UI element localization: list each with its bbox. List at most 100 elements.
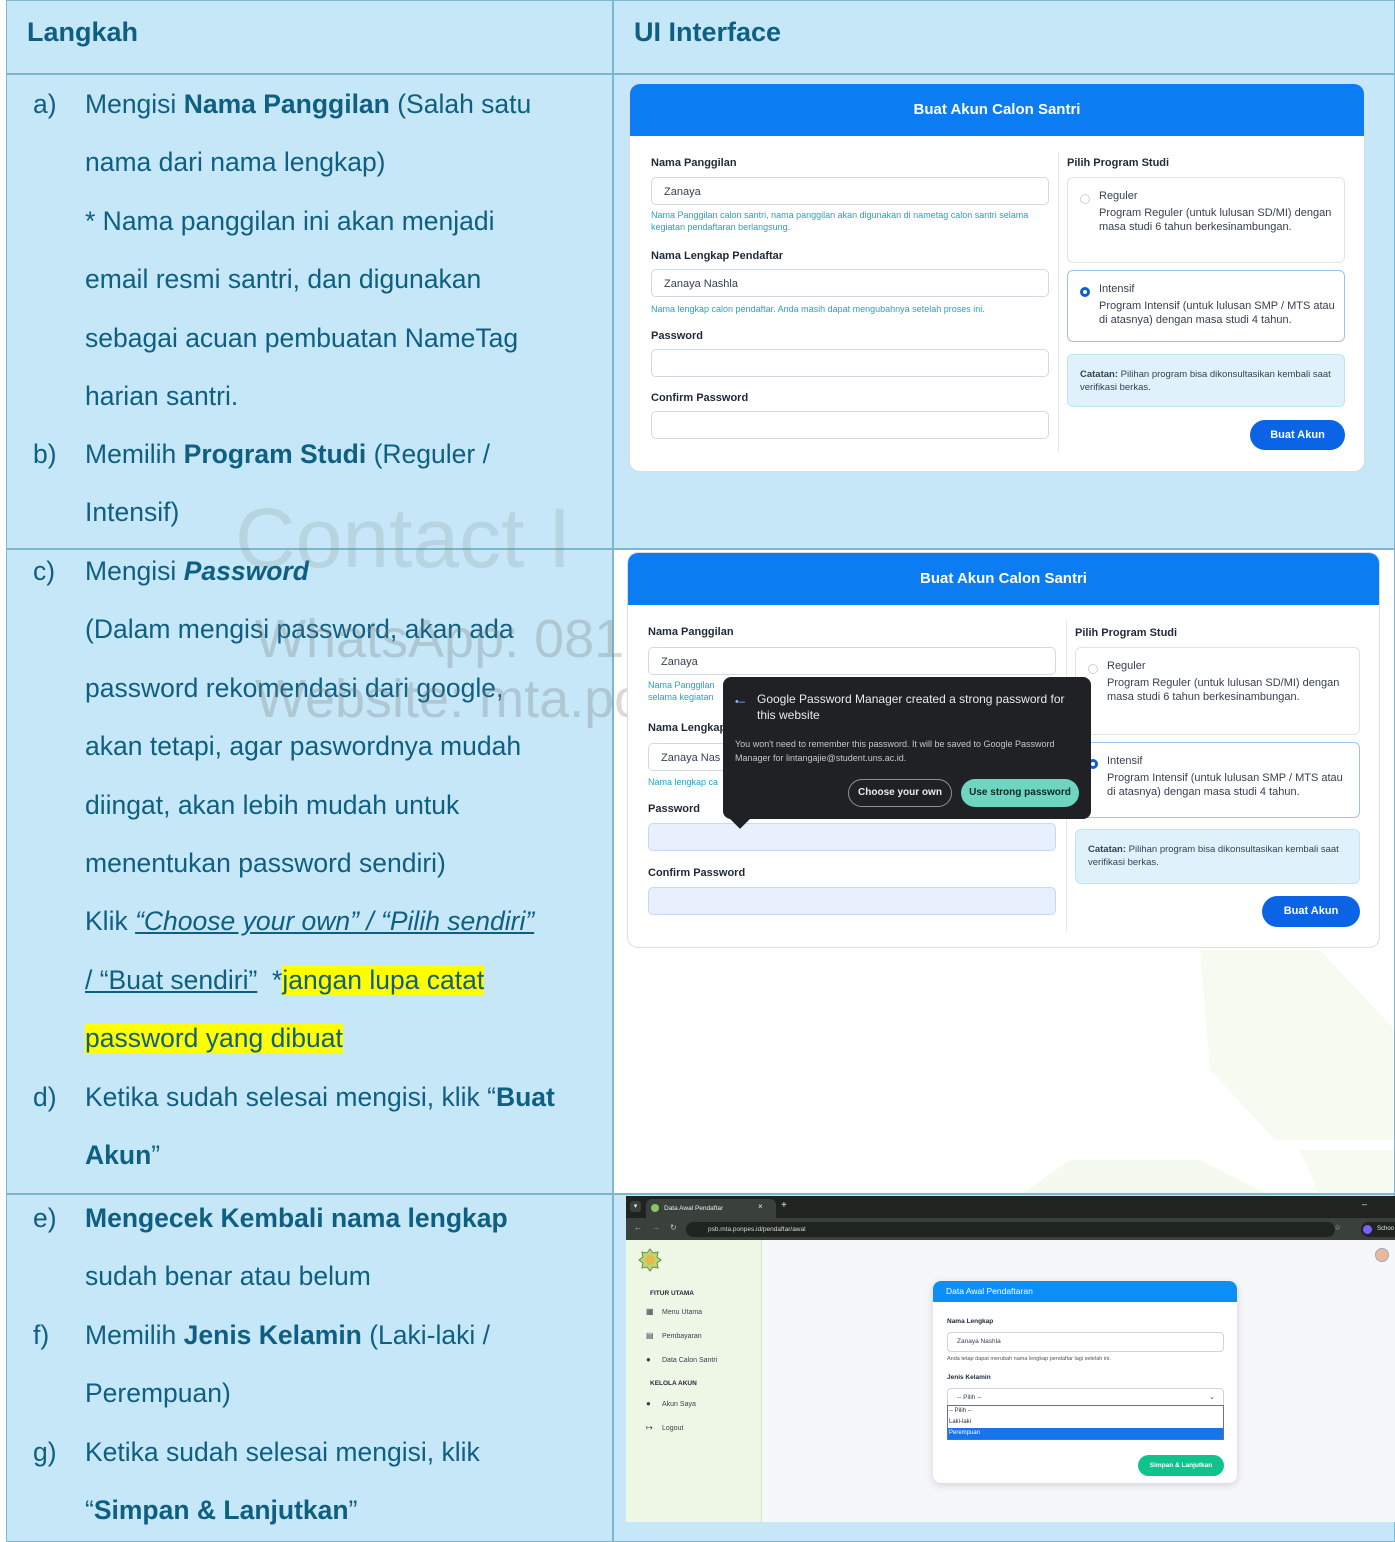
nickname-input[interactable]: Zanaya xyxy=(648,647,1056,675)
step-text: Mengisi xyxy=(85,556,184,586)
password-input[interactable] xyxy=(648,823,1056,851)
program-label: Pilih Program Studi xyxy=(1075,627,1178,639)
step-text: Ketika sudah selesai mengisi, klik xyxy=(85,1437,480,1467)
gpm-body: You won't need to remember this password… xyxy=(735,739,1055,763)
radio-icon[interactable] xyxy=(1088,664,1098,674)
fullname-input[interactable]: Zanaya Nashla xyxy=(947,1332,1224,1352)
browser-tab[interactable]: Data Awal Pendaftar xyxy=(646,1199,776,1218)
password-label: Password xyxy=(648,803,700,815)
step-bold-text: Buat xyxy=(495,1082,555,1112)
step-d: d) Ketika sudah selesai mengisi, klik “B… xyxy=(33,1068,603,1185)
step-bold-text: Password xyxy=(183,556,309,586)
program-option-reguler[interactable]: Reguler Program Reguler (untuk lulusan S… xyxy=(1067,177,1345,263)
step-letter: e) xyxy=(33,1203,57,1233)
key-icon: •– xyxy=(735,696,745,708)
nav-akun-saya[interactable]: Akun Saya xyxy=(662,1401,696,1408)
confirm-password-label: Confirm Password xyxy=(648,867,746,879)
step-bold-text: Program Studi xyxy=(183,439,367,469)
step-c: c) Mengisi Password (Dalam mengisi passw… xyxy=(33,542,603,1068)
step-text: Intensif) xyxy=(85,497,180,528)
user-icon: ● xyxy=(646,1355,651,1364)
confirm-password-input[interactable] xyxy=(651,411,1049,439)
bookmark-star-icon[interactable]: ☆ xyxy=(1334,1223,1341,1232)
tab-menu-icon[interactable]: ▾ xyxy=(630,1201,641,1212)
section-kelola-akun: KELOLA AKUN xyxy=(650,1380,697,1387)
step-text: sudah benar atau belum xyxy=(85,1261,371,1292)
nav-menu-utama[interactable]: Menu Utama xyxy=(662,1309,702,1316)
table-header-right: UI Interface xyxy=(613,0,1395,74)
choose-your-own-button[interactable]: Choose your own xyxy=(848,779,952,807)
step-text: ” xyxy=(348,1495,358,1526)
gender-option[interactable]: Laki-laki xyxy=(948,1417,1223,1428)
program-option-reguler[interactable]: Reguler Program Reguler (untuk lulusan S… xyxy=(1075,647,1360,735)
step-text: Memilih xyxy=(85,439,184,469)
close-tab-icon[interactable]: × xyxy=(758,1202,763,1211)
step-text: Perempuan) xyxy=(85,1378,231,1409)
step-letter: g) xyxy=(33,1437,57,1467)
highlighted-note: password yang dibuat xyxy=(85,1023,343,1054)
program-label: Pilih Program Studi xyxy=(1067,157,1170,169)
note-text: Pilihan program bisa dikonsultasikan kem… xyxy=(1080,369,1331,393)
section-fitur-utama: FITUR UTAMA xyxy=(650,1290,694,1297)
nickname-input[interactable]: Zanaya xyxy=(651,177,1049,205)
menu-grid-icon: ▦ xyxy=(646,1307,654,1316)
tab-title: Data Awal Pendaftar xyxy=(664,1205,724,1212)
radio-selected-icon[interactable] xyxy=(1080,287,1090,297)
reload-icon[interactable]: ↻ xyxy=(670,1223,677,1232)
header-langkah: Langkah xyxy=(27,17,139,47)
option-title: Reguler xyxy=(1107,660,1146,672)
buat-sendiri-link-text: / “Buat sendiri” xyxy=(85,964,258,995)
fullname-input[interactable]: Zanaya Nashla xyxy=(651,269,1049,297)
data-awal-form: Data Awal Pendaftaran Nama Lengkap Zanay… xyxy=(933,1281,1237,1483)
gender-option-selected[interactable]: Perempuan xyxy=(948,1428,1223,1439)
highlighted-note: jangan lupa catat xyxy=(282,964,485,995)
nickname-label: Nama Panggilan xyxy=(648,626,734,638)
minimize-icon[interactable]: – xyxy=(1362,1199,1367,1209)
step-text: password rekomendasi dari google, xyxy=(85,672,504,703)
create-account-button[interactable]: Buat Akun xyxy=(1250,420,1345,450)
save-continue-button[interactable]: Simpan & Lanjutkan xyxy=(1138,1455,1224,1476)
step-text: (Reguler / xyxy=(366,439,490,469)
step-text: (Salah satu xyxy=(389,89,532,119)
fullname-hint: Nama lengkap calon pendaftar. Anda masih… xyxy=(651,304,985,314)
step-bold-text: Simpan & Lanjutkan xyxy=(93,1495,349,1526)
program-option-intensif[interactable]: Intensif Program Intensif (untuk lulusan… xyxy=(1067,270,1345,342)
gender-dropdown-list: -- Pilih -- Laki-laki Perempuan xyxy=(947,1405,1224,1440)
gender-selected-value: -- Pilih -- xyxy=(957,1394,982,1401)
step-letter: d) xyxy=(33,1082,57,1112)
browser-tab-strip: ▾ Data Awal Pendaftar × + – xyxy=(626,1196,1395,1218)
use-strong-password-button[interactable]: Use strong password xyxy=(961,779,1079,807)
gender-option[interactable]: -- Pilih -- xyxy=(948,1406,1223,1417)
password-input[interactable] xyxy=(651,349,1049,377)
confirm-password-input[interactable] xyxy=(648,887,1056,915)
step-bold-text: Nama Panggilan xyxy=(183,89,390,119)
nav-logout[interactable]: Logout xyxy=(662,1425,683,1432)
option-title: Intensif xyxy=(1107,755,1143,767)
nav-pembayaran[interactable]: Pembayaran xyxy=(662,1333,702,1340)
option-desc: Program Intensif (untuk lulusan SMP / MT… xyxy=(1099,300,1335,326)
payment-card-icon: ▤ xyxy=(646,1331,654,1340)
nav-data-calon-santri[interactable]: Data Calon Santri xyxy=(662,1357,717,1364)
profile-avatar-icon xyxy=(1363,1225,1372,1234)
google-password-manager-popup: •– Google Password Manager created a str… xyxy=(723,677,1091,829)
user-avatar[interactable] xyxy=(1375,1248,1389,1262)
radio-icon[interactable] xyxy=(1080,194,1090,204)
row2-left-cell: c) Mengisi Password (Dalam mengisi passw… xyxy=(6,549,613,1194)
program-option-intensif[interactable]: Intensif Program Intensif (untuk lulusan… xyxy=(1075,742,1360,818)
forward-icon[interactable]: → xyxy=(652,1223,660,1232)
step-letter: c) xyxy=(33,556,56,586)
option-title: Intensif xyxy=(1099,283,1135,295)
step-text: * Nama panggilan ini akan menjadi xyxy=(85,205,495,236)
new-tab-icon[interactable]: + xyxy=(781,1200,787,1211)
nickname-label: Nama Panggilan xyxy=(651,157,737,169)
nickname-hint: Nama Panggilan calon santri, nama panggi… xyxy=(651,210,1029,232)
url-field[interactable]: psb.mta.ponpes.id/pendaftar/awal xyxy=(686,1222,1335,1237)
logout-icon: ↦ xyxy=(646,1423,653,1432)
screenshot-password-manager: Buat Akun Calon Santri Nama Panggilan Za… xyxy=(628,553,1379,947)
address-bar-row: ← → ↻ psb.mta.ponpes.id/pendaftar/awal ☆… xyxy=(626,1218,1395,1240)
step-letter: b) xyxy=(33,439,57,469)
screenshot-create-account: Buat Akun Calon Santri Nama Panggilan Za… xyxy=(630,84,1364,471)
fullname-label: Nama Lengkap xyxy=(947,1318,994,1325)
create-account-button[interactable]: Buat Akun xyxy=(1262,896,1360,927)
back-icon[interactable]: ← xyxy=(634,1223,642,1232)
